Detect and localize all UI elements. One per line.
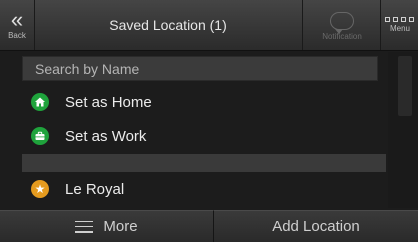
- list-icon: [75, 220, 94, 233]
- star-icon: ★: [31, 180, 49, 198]
- scrollbar[interactable]: [388, 52, 418, 208]
- back-button[interactable]: « Back: [0, 0, 35, 50]
- home-icon: [31, 93, 49, 111]
- grid-menu-icon: [385, 17, 415, 22]
- list-item-label: Set as Work: [65, 127, 147, 145]
- list-item-label: Set as Home: [65, 93, 152, 111]
- speech-bubble-icon: [330, 11, 354, 34]
- back-chevron-icon: «: [10, 6, 24, 32]
- search-field[interactable]: [22, 56, 378, 81]
- search-input[interactable]: [23, 57, 377, 80]
- notification-button[interactable]: Notification: [302, 0, 381, 50]
- more-button[interactable]: More: [0, 210, 214, 242]
- header-bar: « Back Saved Location (1) Notification M…: [0, 0, 418, 51]
- list-item-le-royal[interactable]: ★ Le Royal: [22, 174, 376, 204]
- menu-label: Menu: [389, 24, 410, 33]
- add-location-button[interactable]: Add Location: [214, 210, 418, 242]
- list-item-set-home[interactable]: Set as Home: [22, 87, 376, 117]
- scrollbar-thumb[interactable]: [398, 56, 412, 116]
- footer-bar: More Add Location: [0, 210, 418, 242]
- list-section-divider: [22, 154, 386, 172]
- briefcase-icon: [31, 127, 49, 145]
- add-location-label: Add Location: [272, 218, 360, 235]
- page-title: Saved Location (1): [109, 17, 227, 33]
- list-item-label: Le Royal: [65, 180, 125, 198]
- menu-button[interactable]: Menu: [380, 0, 418, 50]
- more-label: More: [103, 218, 138, 235]
- list-item-set-work[interactable]: Set as Work: [22, 121, 376, 151]
- back-label: Back: [8, 30, 26, 40]
